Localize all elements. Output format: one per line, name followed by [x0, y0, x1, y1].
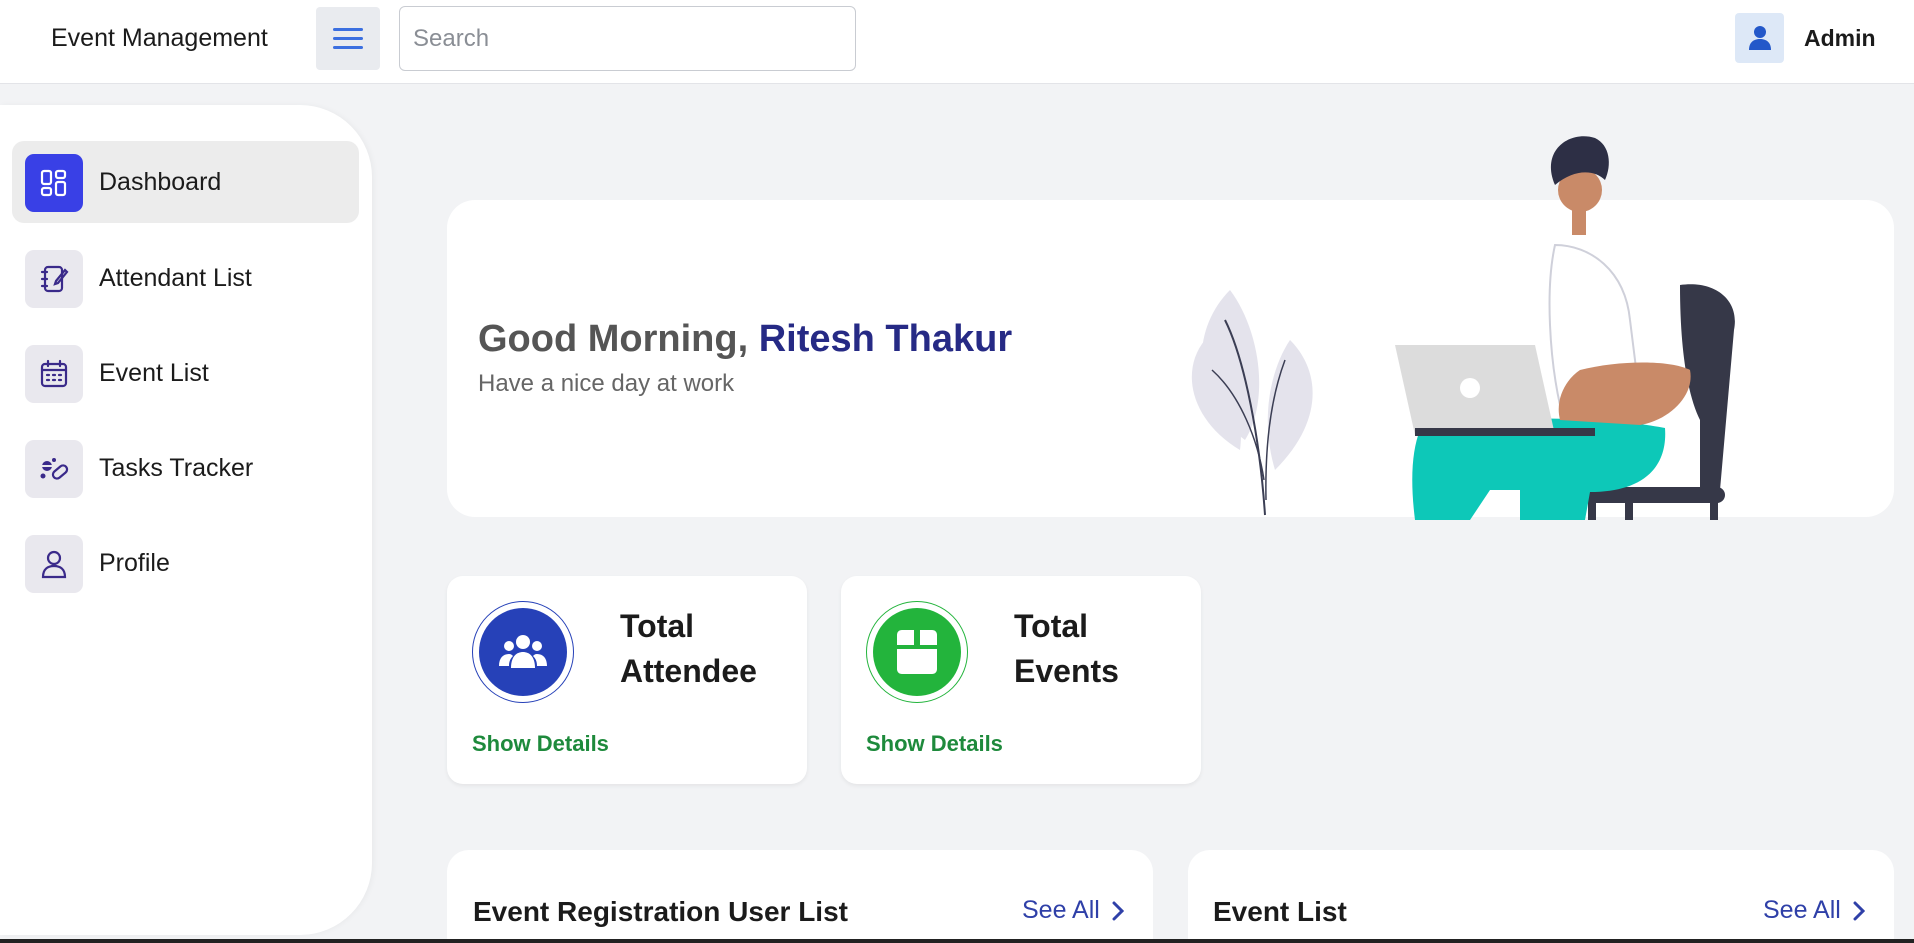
- users-group-icon: [499, 635, 547, 668]
- sidebar-item-profile[interactable]: Profile: [12, 522, 359, 604]
- total-attendee-card[interactable]: Total Attendee Show Details: [447, 576, 807, 784]
- app-title: Event Management: [51, 24, 268, 52]
- stat-title: Total Events: [1014, 608, 1119, 689]
- sidebar-item-tasks-tracker[interactable]: Tasks Tracker: [12, 427, 359, 509]
- events-icon-ring: [866, 601, 968, 703]
- list-title: Event Registration User List: [473, 896, 848, 927]
- sidebar-item-label: Profile: [99, 549, 170, 577]
- user-name[interactable]: Admin: [1804, 25, 1876, 52]
- show-details-link[interactable]: Show Details: [472, 731, 609, 757]
- sidebar-item-dashboard[interactable]: Dashboard: [12, 141, 359, 223]
- hamburger-icon: [333, 28, 363, 31]
- illustration-person-laptop: [1191, 136, 1735, 520]
- plant-illustration: [1191, 290, 1313, 516]
- sidebar-item-attendant-list[interactable]: Attendant List: [12, 237, 359, 319]
- sidebar-item-label: Tasks Tracker: [99, 454, 254, 482]
- search-input[interactable]: [399, 6, 856, 71]
- sidebar-item-label: Dashboard: [99, 168, 222, 196]
- greeting-heading: Good Morning, Ritesh Thakur: [478, 318, 1012, 361]
- greeting-subtitle: Have a nice day at work: [478, 370, 735, 397]
- event-list-card: Event List See All: [1188, 850, 1894, 943]
- list-title: Event List: [1213, 896, 1347, 927]
- registration-user-list-card: Event Registration User List See All: [447, 850, 1153, 943]
- calendar-icon: [25, 345, 83, 403]
- show-details-link[interactable]: Show Details: [866, 731, 1003, 757]
- attendee-icon-ring: [472, 601, 574, 703]
- top-bar: Event Management Admin: [0, 0, 1914, 84]
- pills-icon: [25, 440, 83, 498]
- greeting-user-name: Ritesh Thakur: [758, 318, 1013, 360]
- total-events-card[interactable]: Total Events Show Details: [841, 576, 1201, 784]
- user-icon: [1748, 26, 1771, 50]
- sidebar: Dashboard Attendant List Event List Task…: [0, 105, 372, 935]
- chevron-right-icon: [1112, 901, 1124, 920]
- sidebar-item-label: Event List: [99, 359, 209, 387]
- see-all-link[interactable]: See All: [1022, 896, 1124, 925]
- menu-toggle-button[interactable]: [316, 7, 380, 70]
- sidebar-item-event-list[interactable]: Event List: [12, 332, 359, 414]
- sidebar-item-label: Attendant List: [99, 264, 252, 292]
- window-bottom-edge: [0, 939, 1914, 943]
- user-icon: [25, 535, 83, 593]
- chevron-right-icon: [1853, 901, 1865, 920]
- avatar[interactable]: [1735, 13, 1784, 63]
- see-all-link[interactable]: See All: [1763, 896, 1865, 925]
- dashboard-icon: [25, 154, 83, 212]
- stat-title: Total Attendee: [620, 608, 757, 689]
- box-icon: [897, 630, 937, 674]
- greeting-text: Good Morning,: [478, 318, 749, 360]
- notebook-edit-icon: [25, 250, 83, 308]
